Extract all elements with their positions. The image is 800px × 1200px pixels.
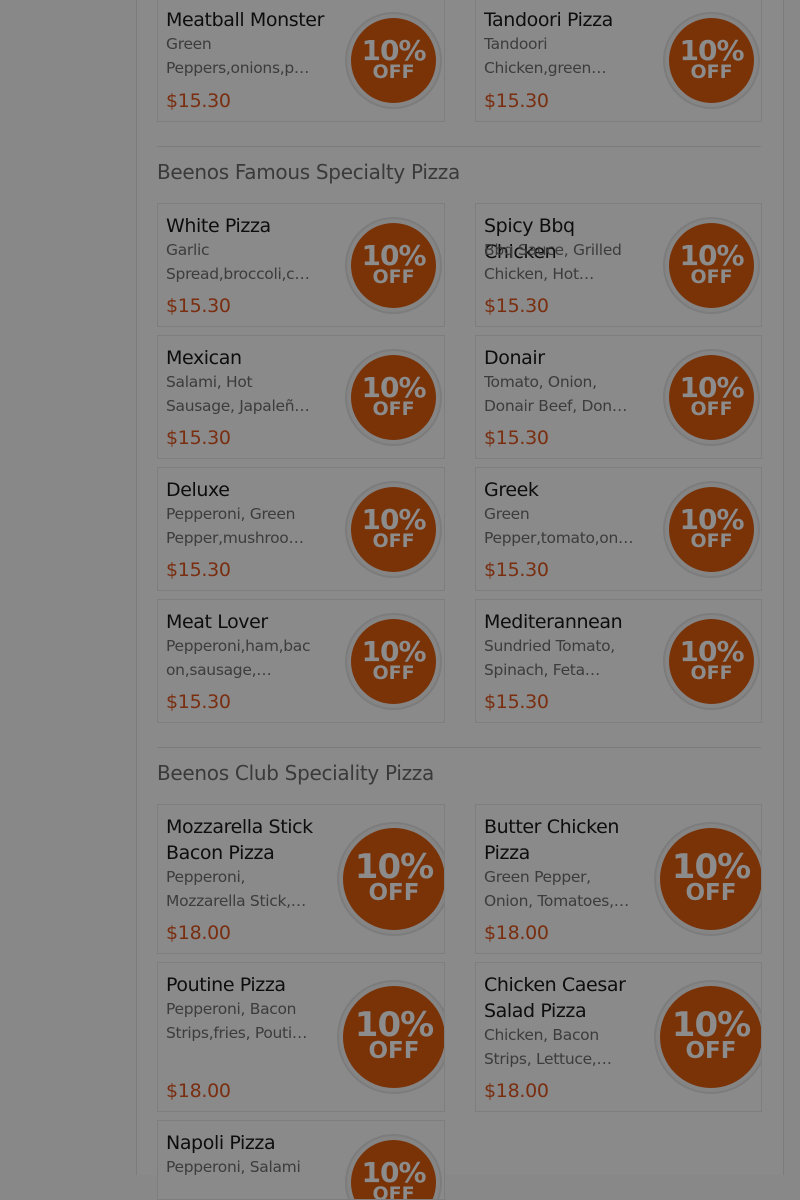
item-price: $15.30 [166,559,231,581]
discount-badge-icon: 10% OFF [669,487,754,572]
item-description: Garlic Spread,broccoli,chicken [166,241,308,283]
menu-item-card[interactable]: Spicy Bbq Chicken Bbq Sauce, Grilled Chi… [475,203,762,327]
menu-item-card[interactable]: Deluxe Pepperoni, Green Pepper,mushroom,… [157,467,445,591]
discount-badge-icon: 10% OFF [351,18,436,103]
menu-item-card[interactable]: White Pizza Garlic Spread,broccoli,chick… [157,203,445,327]
menu-item-card[interactable]: Butter Chicken Pizza Green Pepper, Onion… [475,804,762,954]
item-name: Tandoori Pizza [484,9,613,31]
menu-item-card[interactable]: Poutine Pizza Pepperoni, Bacon Strips,fr… [157,962,445,1112]
item-name: Mexican [166,347,242,369]
discount-badge-icon: 10% OFF [343,986,444,1088]
menu-item-card[interactable]: Donair Tomato, Onion, Donair Beef, Donai… [475,335,762,459]
item-description: Tandoori Chicken,green peppers [484,35,592,77]
item-price: $15.30 [166,691,231,713]
item-description: Salami, Hot Sausage, Japaleño, Fresh Tom… [166,373,309,415]
item-price: $18.00 [484,922,549,944]
item-price: $15.30 [484,295,549,317]
item-name: Deluxe [166,479,230,501]
discount-badge-icon: 10% OFF [669,619,754,704]
item-name: Donair [484,347,545,369]
discount-badge-icon: 10% OFF [660,986,761,1088]
item-name: Mozzarella Stick Bacon Pizza [166,816,313,864]
menu-item-card[interactable]: Meat Lover Pepperoni,ham,bacon,sausage, … [157,599,445,723]
item-description: Tomato, Onion, Donair Beef, Donair Sauce [484,373,632,415]
item-name: Greek [484,479,539,501]
item-price: $15.30 [166,295,231,317]
menu-item-card[interactable]: Greek Green Pepper,tomato,onion, olives … [475,467,762,591]
item-name: Butter Chicken Pizza [484,816,620,864]
item-description: Pepperoni,ham,bacon,sausage, Ground Beef [166,637,311,679]
item-description: Sundried Tomato, Spinach, Feta Cheese [484,637,615,679]
item-name: Poutine Pizza [166,974,286,996]
item-name: White Pizza [166,215,271,237]
discount-badge-icon: 10% OFF [351,223,436,308]
item-price: $18.00 [166,922,231,944]
discount-badge-icon: 10% OFF [343,828,444,930]
section-divider [157,146,761,147]
discount-badge-icon: 10% OFF [669,355,754,440]
item-name: Chicken Caesar Salad Pizza [484,974,626,1022]
item-description: Green Pepper,tomato,onion, olives [484,505,632,547]
item-description: Pepperoni, Bacon Strips,fries, Poutine G… [166,1000,311,1042]
discount-badge-icon: 10% OFF [351,355,436,440]
menu-item-card[interactable]: Tandoori Pizza Tandoori Chicken,green pe… [475,0,762,122]
item-name: Meatball Monster [166,9,324,31]
item-description: Pepperoni, Salami [166,1158,301,1176]
discount-badge-icon: 10% OFF [351,619,436,704]
item-price: $15.30 [166,427,231,449]
item-name: Napoli Pizza [166,1132,276,1154]
item-price: $15.30 [166,90,231,112]
item-name: Meat Lover [166,611,268,633]
menu-item-card[interactable]: Napoli Pizza Pepperoni, Salami 10% OFF [157,1120,445,1200]
discount-badge-icon: 10% OFF [351,1140,436,1199]
menu-item-card[interactable]: Chicken Caesar Salad Pizza Chicken, Baco… [475,962,762,1112]
item-description: Bbq Sauce, Grilled Chicken, Hot Peppers [484,241,622,283]
discount-badge-icon: 10% OFF [660,828,761,930]
item-price: $15.30 [484,90,549,112]
menu-item-card[interactable]: Meatball Monster Green Peppers,onions,pa… [157,0,445,122]
item-name: Mediterannean [484,611,623,633]
item-description: Green Pepper, Onion, Tomatoes, Butter Ch… [484,868,614,910]
section-divider [157,747,761,748]
menu-item-card[interactable]: Mexican Salami, Hot Sausage, Japaleño, F… [157,335,445,459]
section-title: Beenos Club Speciality Pizza [157,761,434,785]
item-price: $18.00 [484,1080,549,1102]
item-description: Pepperoni, Mozzarella Stick, Bacon [166,868,291,910]
menu-item-card[interactable]: Mediterannean Sundried Tomato, Spinach, … [475,599,762,723]
item-description: Green Peppers,onions,parmesan [166,35,310,77]
discount-badge-icon: 10% OFF [669,223,754,308]
item-description: Chicken, Bacon Strips, Lettuce, Caesar [484,1026,599,1068]
discount-badge-icon: 10% OFF [351,487,436,572]
item-price: $18.00 [166,1080,231,1102]
section-title: Beenos Famous Specialty Pizza [157,160,460,184]
item-description: Pepperoni, Green Pepper,mushroom, onion [166,505,308,547]
item-price: $15.30 [484,691,549,713]
item-price: $15.30 [484,559,549,581]
menu-item-card[interactable]: Mozzarella Stick Bacon Pizza Pepperoni, … [157,804,445,954]
item-price: $15.30 [484,427,549,449]
discount-badge-icon: 10% OFF [669,18,754,103]
